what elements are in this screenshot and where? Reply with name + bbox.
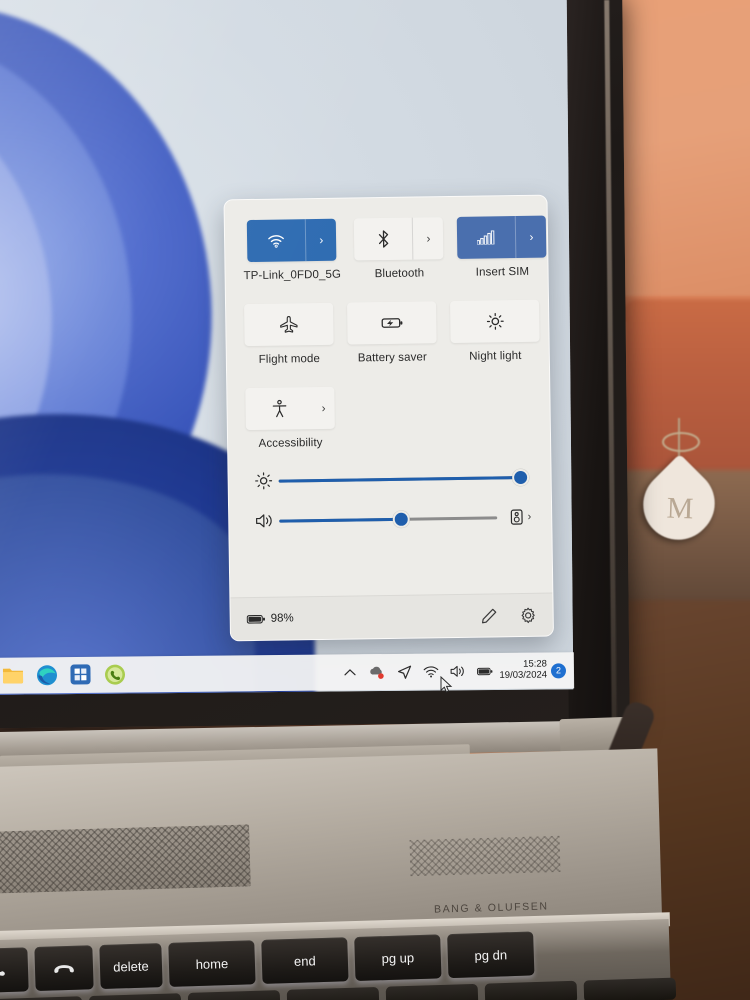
quick-settings-panel[interactable]: › TP-Link_0FD0_5G › Bluetooth › Insert S… — [223, 194, 554, 642]
cellular-chevron-right-icon[interactable]: › — [515, 215, 547, 259]
onedrive-sync-icon[interactable] — [369, 664, 385, 680]
clock-date: 19/03/2024 — [499, 669, 548, 681]
twine-bow — [662, 432, 700, 452]
volume-icon — [249, 513, 279, 529]
battery-percent-label: 98% — [270, 612, 294, 625]
key-blank[interactable] — [286, 986, 380, 1000]
bluetooth-icon[interactable] — [354, 218, 413, 261]
flight-mode-tile-button[interactable] — [244, 302, 334, 347]
battery-saver-tile-label: Battery saver — [357, 351, 427, 365]
key-phone-call[interactable] — [0, 947, 29, 994]
wifi-chevron-right-icon[interactable]: › — [304, 218, 337, 262]
volume-track-fill — [279, 517, 402, 523]
night-light-icon[interactable] — [450, 300, 540, 343]
airplane-icon[interactable] — [244, 303, 334, 346]
quick-settings-tile-grid-row2: Flight mode Battery saver Night light — [244, 299, 540, 366]
taskbar-app-icons — [0, 664, 126, 687]
key-pg-dn[interactable]: pg dn — [447, 931, 535, 979]
audio-output-icon[interactable] — [510, 509, 524, 525]
battery-icon[interactable] — [477, 663, 493, 679]
notification-badge[interactable]: 2 — [550, 662, 567, 678]
heart-ornament-letter: M — [666, 491, 694, 526]
cellular-tile-button[interactable]: › — [457, 215, 547, 259]
key-blank[interactable] — [484, 980, 578, 1000]
wifi-tile-label: TP-Link_0FD0_5G — [243, 268, 342, 283]
brightness-track-fill — [278, 475, 521, 483]
brightness-slider-track[interactable] — [278, 468, 530, 490]
footer-buttons — [481, 606, 537, 624]
key-blank[interactable] — [187, 990, 281, 1000]
accessibility-tile-label: Accessibility — [258, 436, 323, 450]
taskbar-item-whatsapp[interactable] — [104, 664, 126, 686]
bluetooth-tile-label: Bluetooth — [374, 267, 425, 281]
key-pg-up[interactable]: pg up — [354, 934, 442, 982]
night-light-tile-button[interactable] — [450, 299, 540, 344]
key-delete[interactable]: delete — [99, 943, 163, 990]
brightness-slider-thumb[interactable] — [511, 468, 530, 486]
mouse-cursor — [440, 675, 453, 693]
battery-saver-icon[interactable] — [347, 301, 437, 344]
key-phone-hangup[interactable] — [34, 945, 94, 992]
battery-status[interactable]: 98% — [246, 612, 294, 625]
quick-setting-flight-mode: Flight mode — [244, 302, 334, 366]
key-blank[interactable] — [385, 983, 479, 1000]
quick-setting-cellular: › Insert SIM — [457, 215, 547, 279]
wifi-icon[interactable] — [423, 664, 439, 680]
location-icon[interactable] — [396, 664, 412, 680]
system-tray — [342, 663, 499, 681]
laptop-screen: › TP-Link_0FD0_5G › Bluetooth › Insert S… — [0, 0, 574, 695]
photo-scene: M › TP-Link_0FD0_5G › Bluetooth › Insert… — [0, 0, 750, 1000]
quick-settings-tile-grid-row3: › Accessibility — [245, 384, 532, 450]
flight-mode-tile-label: Flight mode — [258, 352, 321, 366]
accessibility-chevron-right-icon[interactable]: › — [312, 387, 335, 429]
cellular-tile-label: Insert SIM — [475, 265, 530, 279]
battery-saver-tile-button[interactable] — [347, 301, 437, 345]
wifi-tile-button[interactable]: › — [246, 218, 337, 263]
taskbar-clock[interactable]: 15:28 19/03/2024 — [499, 659, 551, 682]
volume-slider-row[interactable]: › — [247, 508, 533, 530]
quick-settings-footer: 98% — [230, 592, 553, 641]
gear-icon[interactable] — [520, 606, 537, 623]
volume-slider-track[interactable] — [279, 508, 498, 529]
brightness-slider-row[interactable] — [247, 468, 533, 490]
pencil-icon[interactable] — [481, 607, 498, 624]
bluetooth-chevron-right-icon[interactable]: › — [412, 217, 444, 260]
taskbar-item-microsoft-edge[interactable] — [36, 664, 58, 686]
flower-pot — [625, 300, 750, 480]
quick-settings-tile-grid: › TP-Link_0FD0_5G › Bluetooth › Insert S… — [243, 215, 547, 283]
quick-setting-accessibility: › Accessibility — [245, 386, 335, 450]
brightness-icon — [249, 472, 279, 490]
taskbar-item-microsoft-store[interactable] — [70, 664, 92, 686]
taskbar-item-file-explorer[interactable] — [2, 664, 24, 686]
quick-setting-night-light: Night light — [450, 299, 540, 363]
bluetooth-tile-button[interactable]: › — [354, 217, 444, 261]
key-home[interactable]: home — [168, 940, 256, 987]
accessibility-icon[interactable] — [245, 387, 313, 430]
speaker-grille-right — [409, 835, 561, 877]
key-end[interactable]: end — [261, 937, 349, 984]
wifi-icon[interactable] — [247, 219, 306, 262]
night-light-tile-label: Night light — [469, 349, 522, 363]
battery-icon — [246, 613, 266, 624]
quick-setting-bluetooth: › Bluetooth — [354, 217, 444, 280]
speaker-grille-left — [0, 824, 251, 894]
key-blank[interactable] — [583, 977, 677, 1000]
audio-output-chevron-right-icon[interactable]: › — [527, 511, 531, 523]
windows-taskbar[interactable]: 15:28 19/03/2024 2 — [0, 652, 575, 694]
show-hidden-icons-chevron-up-icon[interactable] — [342, 664, 358, 680]
cellular-signal-icon[interactable] — [457, 216, 516, 259]
accessibility-tile-button[interactable]: › — [245, 386, 335, 431]
volume-slider-thumb[interactable] — [392, 510, 410, 528]
quick-setting-battery-saver: Battery saver — [347, 301, 437, 364]
audio-output-selector[interactable]: › — [497, 509, 531, 526]
quick-setting-wifi: › TP-Link_0FD0_5G — [243, 218, 342, 283]
